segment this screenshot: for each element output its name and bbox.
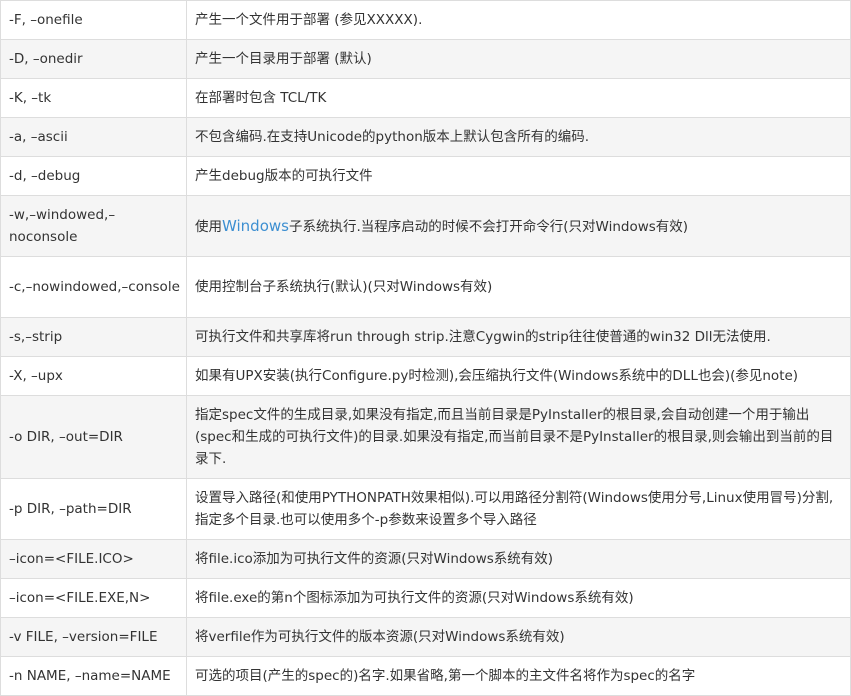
table-row: –icon=<FILE.ICO> 将file.ico添加为可执行文件的资源(只对… xyxy=(0,539,851,579)
description-cell: 将verfile作为可执行文件的版本资源(只对Windows系统有效) xyxy=(186,617,851,657)
option-cell: -p DIR, –path=DIR xyxy=(0,478,187,540)
description-cell: 使用Windows子系统执行.当程序启动的时候不会打开命令行(只对Windows… xyxy=(186,195,851,257)
table-row: -F, –onefile 产生一个文件用于部署 (参见XXXXX). xyxy=(0,0,851,40)
description-cell: 如果有UPX安装(执行Configure.py时检测),会压缩执行文件(Wind… xyxy=(186,356,851,396)
options-table: -F, –onefile 产生一个文件用于部署 (参见XXXXX). -D, –… xyxy=(0,0,851,696)
options-table-body: -F, –onefile 产生一个文件用于部署 (参见XXXXX). -D, –… xyxy=(0,0,851,696)
option-cell: -c,–nowindowed,–console xyxy=(0,256,187,318)
description-cell: 可执行文件和共享库将run through strip.注意Cygwin的str… xyxy=(186,317,851,357)
table-row: -v FILE, –version=FILE 将verfile作为可执行文件的版… xyxy=(0,617,851,657)
description-cell: 使用控制台子系统执行(默认)(只对Windows有效) xyxy=(186,256,851,318)
table-row: -s,–strip 可执行文件和共享库将run through strip.注意… xyxy=(0,317,851,357)
description-cell: 在部署时包含 TCL/TK xyxy=(186,78,851,118)
table-row: -w,–windowed,–noconsole 使用Windows子系统执行.当… xyxy=(0,195,851,257)
option-cell: -a, –ascii xyxy=(0,117,187,157)
table-row: –icon=<FILE.EXE,N> 将file.exe的第n个图标添加为可执行… xyxy=(0,578,851,618)
description-text: 子系统执行.当程序启动的时候不会打开命令行(只对Windows有效) xyxy=(288,218,689,235)
option-cell: –icon=<FILE.EXE,N> xyxy=(0,578,187,618)
description-cell: 产生一个目录用于部署 (默认) xyxy=(186,39,851,79)
option-cell: -X, –upx xyxy=(0,356,187,396)
description-cell: 产生debug版本的可执行文件 xyxy=(186,156,851,196)
table-row: -o DIR, –out=DIR 指定spec文件的生成目录,如果没有指定,而且… xyxy=(0,395,851,479)
option-cell: -s,–strip xyxy=(0,317,187,357)
table-row: -D, –onedir 产生一个目录用于部署 (默认) xyxy=(0,39,851,79)
table-row: -d, –debug 产生debug版本的可执行文件 xyxy=(0,156,851,196)
table-row: -n NAME, –name=NAME 可选的项目(产生的spec的)名字.如果… xyxy=(0,656,851,696)
table-row: -p DIR, –path=DIR 设置导入路径(和使用PYTHONPATH效果… xyxy=(0,478,851,540)
option-cell: -n NAME, –name=NAME xyxy=(0,656,187,696)
description-cell: 设置导入路径(和使用PYTHONPATH效果相似).可以用路径分割符(Windo… xyxy=(186,478,851,540)
option-cell: –icon=<FILE.ICO> xyxy=(0,539,187,579)
description-cell: 产生一个文件用于部署 (参见XXXXX). xyxy=(186,0,851,40)
option-cell: -K, –tk xyxy=(0,78,187,118)
option-cell: -v FILE, –version=FILE xyxy=(0,617,187,657)
table-row: -c,–nowindowed,–console 使用控制台子系统执行(默认)(只… xyxy=(0,256,851,318)
description-text: 使用 xyxy=(195,218,222,235)
description-cell: 将file.exe的第n个图标添加为可执行文件的资源(只对Windows系统有效… xyxy=(186,578,851,618)
description-cell: 不包含编码.在支持Unicode的python版本上默认包含所有的编码. xyxy=(186,117,851,157)
table-row: -K, –tk 在部署时包含 TCL/TK xyxy=(0,78,851,118)
description-cell: 将file.ico添加为可执行文件的资源(只对Windows系统有效) xyxy=(186,539,851,579)
windows-link[interactable]: Windows xyxy=(222,217,289,235)
option-cell: -F, –onefile xyxy=(0,0,187,40)
option-cell: -d, –debug xyxy=(0,156,187,196)
option-cell: -o DIR, –out=DIR xyxy=(0,395,187,479)
option-cell: -w,–windowed,–noconsole xyxy=(0,195,187,257)
description-cell: 可选的项目(产生的spec的)名字.如果省略,第一个脚本的主文件名将作为spec… xyxy=(186,656,851,696)
table-row: -a, –ascii 不包含编码.在支持Unicode的python版本上默认包… xyxy=(0,117,851,157)
description-cell: 指定spec文件的生成目录,如果没有指定,而且当前目录是PyInstaller的… xyxy=(186,395,851,479)
option-cell: -D, –onedir xyxy=(0,39,187,79)
table-row: -X, –upx 如果有UPX安装(执行Configure.py时检测),会压缩… xyxy=(0,356,851,396)
